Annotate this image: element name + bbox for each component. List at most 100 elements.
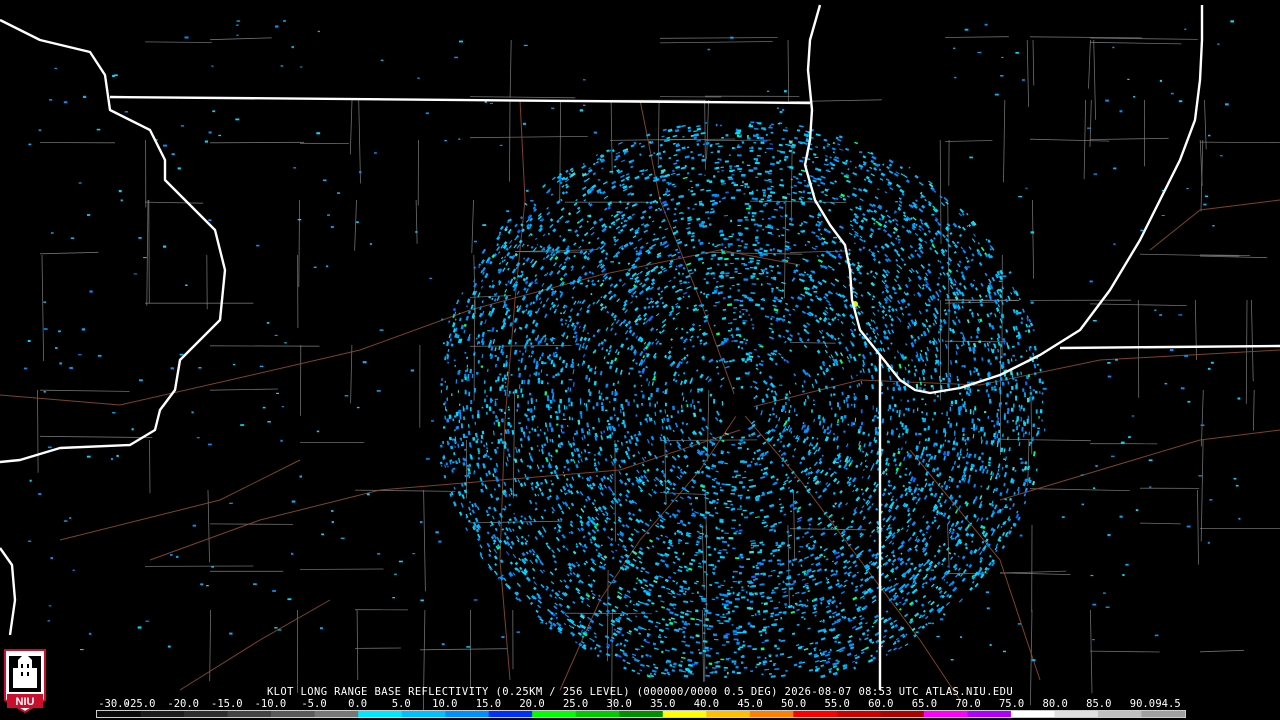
echo-pixel xyxy=(678,669,683,672)
echo-pixel xyxy=(721,183,726,185)
echo-pixel xyxy=(606,419,610,423)
echo-pixel xyxy=(737,289,740,292)
echo-pixel xyxy=(652,642,657,646)
echo-pixel xyxy=(702,341,708,346)
echo-pixel xyxy=(913,365,917,368)
echo-pixel xyxy=(532,319,536,325)
echo-pixel xyxy=(582,342,585,346)
echo-pixel xyxy=(879,340,883,345)
echo-pixel xyxy=(943,309,947,312)
echo-pixel xyxy=(442,426,446,429)
echo-pixel xyxy=(489,386,492,392)
echo-pixel xyxy=(873,222,876,225)
echo-pixel xyxy=(682,176,688,180)
echo-pixel xyxy=(639,153,642,156)
echo-pixel xyxy=(859,235,863,239)
echo-pixel xyxy=(596,528,600,532)
county-line xyxy=(564,612,653,615)
echo-pixel xyxy=(790,510,793,513)
echo-pixel xyxy=(805,544,809,548)
echo-pixel xyxy=(813,399,815,402)
echo-pixel xyxy=(514,389,518,394)
echo-pixel xyxy=(774,668,780,671)
echo-pixel xyxy=(1028,325,1031,328)
echo-pixel xyxy=(714,638,719,641)
echo-pixel xyxy=(461,494,465,500)
echo-pixel xyxy=(610,489,614,493)
echo-pixel xyxy=(927,600,931,604)
echo-pixel xyxy=(961,436,965,441)
echo-pixel xyxy=(938,545,941,548)
echo-pixel xyxy=(897,450,901,455)
echo-pixel xyxy=(734,271,738,273)
echo-pixel xyxy=(606,361,610,365)
echo-pixel xyxy=(643,229,649,234)
echo-pixel xyxy=(612,632,618,637)
echo-pixel xyxy=(728,617,731,621)
echo-pixel xyxy=(683,635,686,639)
echo-pixel xyxy=(685,668,691,672)
echo-pixel xyxy=(903,413,905,417)
echo-pixel xyxy=(534,371,538,376)
echo-pixel xyxy=(736,593,740,596)
echo-pixel xyxy=(725,365,730,369)
echo-pixel xyxy=(954,509,959,514)
county-line xyxy=(209,37,272,41)
echo-pixel xyxy=(569,443,573,448)
echo-pixel xyxy=(601,347,604,351)
echo-pixel xyxy=(762,204,767,207)
echo-pixel xyxy=(523,287,527,291)
echo-pixel xyxy=(659,143,663,147)
echo-pixel xyxy=(937,338,941,343)
echo-pixel xyxy=(998,474,1001,478)
echo-pixel xyxy=(459,317,462,322)
echo-pixel xyxy=(1004,298,1009,303)
echo-pixel xyxy=(530,408,533,413)
echo-pixel xyxy=(862,246,866,250)
echo-pixel xyxy=(706,649,710,652)
echo-pixel xyxy=(1010,526,1013,529)
echo-pixel xyxy=(739,310,741,313)
echo-pixel xyxy=(584,344,588,350)
echo-pixel xyxy=(1005,329,1009,333)
echo-pixel xyxy=(999,325,1002,329)
echo-pixel xyxy=(866,505,872,511)
echo-pixel xyxy=(972,423,976,428)
echo-pixel xyxy=(888,579,892,582)
echo-pixel xyxy=(888,298,892,303)
echo-pixel xyxy=(943,455,946,461)
echo-pixel xyxy=(564,322,567,325)
echo-pixel xyxy=(553,469,557,475)
echo-pixel xyxy=(968,224,972,228)
echo-pixel xyxy=(957,406,960,411)
echo-pixel xyxy=(648,583,654,588)
echo-pixel xyxy=(917,357,921,362)
echo-pixel xyxy=(985,382,989,387)
echo-pixel xyxy=(653,478,656,482)
echo-pixel xyxy=(764,202,768,205)
echo-pixel xyxy=(615,151,621,155)
echo-pixel xyxy=(617,351,620,356)
echo-pixel xyxy=(896,300,901,305)
echo-pixel xyxy=(460,423,464,429)
echo-pixel xyxy=(716,501,719,505)
echo-pixel xyxy=(851,228,854,231)
echo-pixel xyxy=(885,653,888,656)
echo-pixel xyxy=(885,209,888,213)
echo-pixel xyxy=(742,180,744,183)
echo-pixel xyxy=(1026,418,1029,424)
echo-pixel xyxy=(1007,408,1010,412)
reflectivity-echoes xyxy=(24,20,1241,679)
echo-pixel xyxy=(742,509,747,512)
echo-pixel xyxy=(912,409,915,413)
echo-pixel xyxy=(817,168,822,172)
echo-pixel xyxy=(725,272,730,275)
echo-pixel xyxy=(935,585,939,590)
echo-pixel xyxy=(997,333,1001,339)
echo-pixel xyxy=(575,464,579,469)
echo-pixel xyxy=(784,603,787,606)
echo-pixel xyxy=(581,299,586,305)
echo-pixel xyxy=(751,190,754,194)
echo-pixel xyxy=(611,432,614,435)
echo-pixel xyxy=(544,337,547,343)
